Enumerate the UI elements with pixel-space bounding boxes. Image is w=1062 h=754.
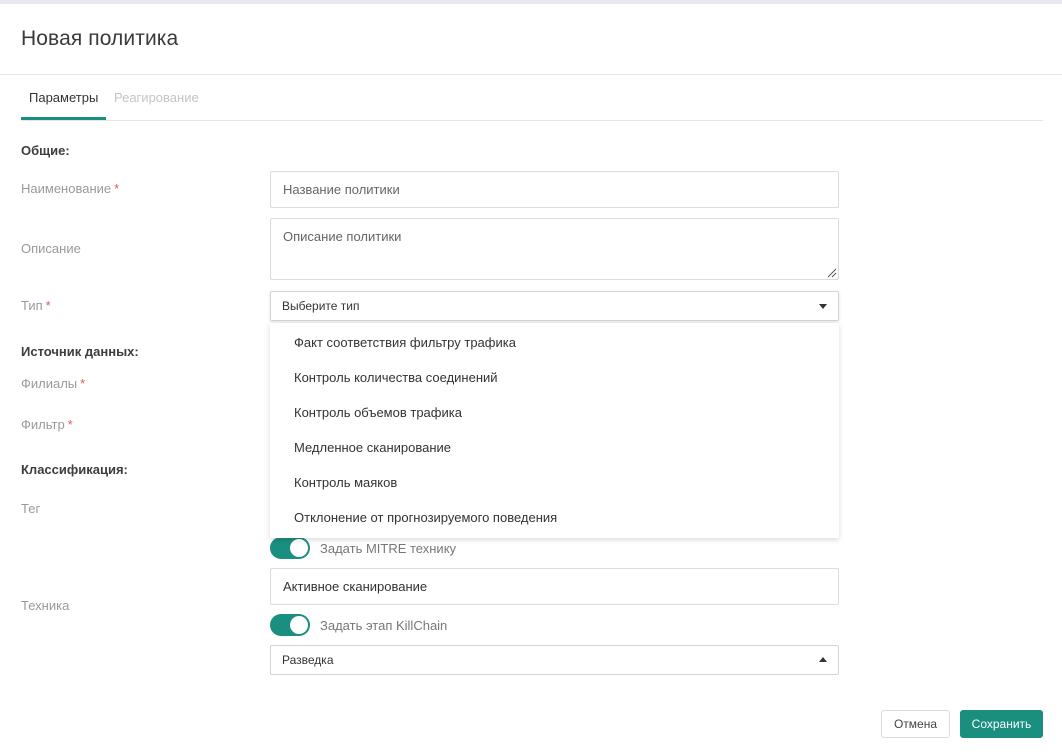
- mitre-toggle-label: Задать MITRE технику: [320, 540, 457, 556]
- name-label-text: Наименование: [21, 181, 112, 196]
- killchain-stage-select[interactable]: Разведка: [270, 645, 839, 675]
- name-label: Наименование *: [21, 181, 119, 196]
- mitre-toggle[interactable]: [270, 537, 310, 559]
- technique-label: Техника: [21, 598, 70, 613]
- top-strip: [0, 0, 1062, 4]
- type-option[interactable]: Факт соответствия фильтру трафика: [294, 335, 516, 350]
- type-select-value: Выберите тип: [282, 299, 360, 313]
- killchain-select-value: Разведка: [282, 653, 334, 667]
- cancel-button[interactable]: Отмена: [881, 710, 950, 738]
- filter-label-text: Фильтр: [21, 417, 65, 432]
- type-option[interactable]: Контроль маяков: [294, 475, 397, 490]
- filter-label: Фильтр *: [21, 417, 73, 432]
- type-select[interactable]: Выберите тип: [270, 291, 839, 321]
- tab-parameters[interactable]: Параметры: [29, 90, 98, 105]
- killchain-toggle-row: Задать этап KillChain: [270, 614, 447, 636]
- tab-bar: Параметры Реагирование: [21, 75, 1043, 121]
- active-tab-indicator: [21, 117, 106, 120]
- policy-description-textarea[interactable]: [270, 218, 839, 280]
- section-general-heading: Общие:: [21, 143, 70, 158]
- required-mark: *: [45, 298, 51, 313]
- branches-label: Филиалы *: [21, 376, 85, 391]
- chevron-up-icon: [819, 657, 827, 662]
- policy-name-input[interactable]: [270, 171, 839, 208]
- type-option[interactable]: Контроль объемов трафика: [294, 405, 462, 420]
- tab-response[interactable]: Реагирование: [114, 90, 199, 105]
- mitre-toggle-row: Задать MITRE технику: [270, 537, 456, 559]
- mitre-technique-input[interactable]: [270, 568, 839, 605]
- killchain-toggle[interactable]: [270, 614, 310, 636]
- branches-label-text: Филиалы: [21, 376, 78, 391]
- type-label-text: Тип: [21, 298, 43, 313]
- type-option[interactable]: Медленное сканирование: [294, 440, 451, 455]
- save-button[interactable]: Сохранить: [960, 710, 1043, 738]
- tag-label: Тег: [21, 501, 41, 516]
- resize-grip-icon[interactable]: [827, 268, 837, 278]
- description-label: Описание: [21, 241, 81, 256]
- type-dropdown-menu: Факт соответствия фильтру трафика Контро…: [270, 323, 839, 538]
- toggle-knob: [290, 616, 308, 634]
- toggle-knob: [290, 539, 308, 557]
- type-option[interactable]: Отклонение от прогнозируемого поведения: [294, 510, 557, 525]
- chevron-down-icon: [819, 304, 827, 309]
- dialog-title: Новая политика: [21, 27, 179, 50]
- required-mark: *: [114, 181, 120, 196]
- section-classification-heading: Классификация:: [21, 462, 128, 477]
- section-data-source-heading: Источник данных:: [21, 344, 139, 359]
- type-option[interactable]: Контроль количества соединений: [294, 370, 498, 385]
- type-label: Тип *: [21, 298, 51, 313]
- required-mark: *: [67, 417, 73, 432]
- killchain-toggle-label: Задать этап KillChain: [320, 617, 448, 633]
- required-mark: *: [80, 376, 86, 391]
